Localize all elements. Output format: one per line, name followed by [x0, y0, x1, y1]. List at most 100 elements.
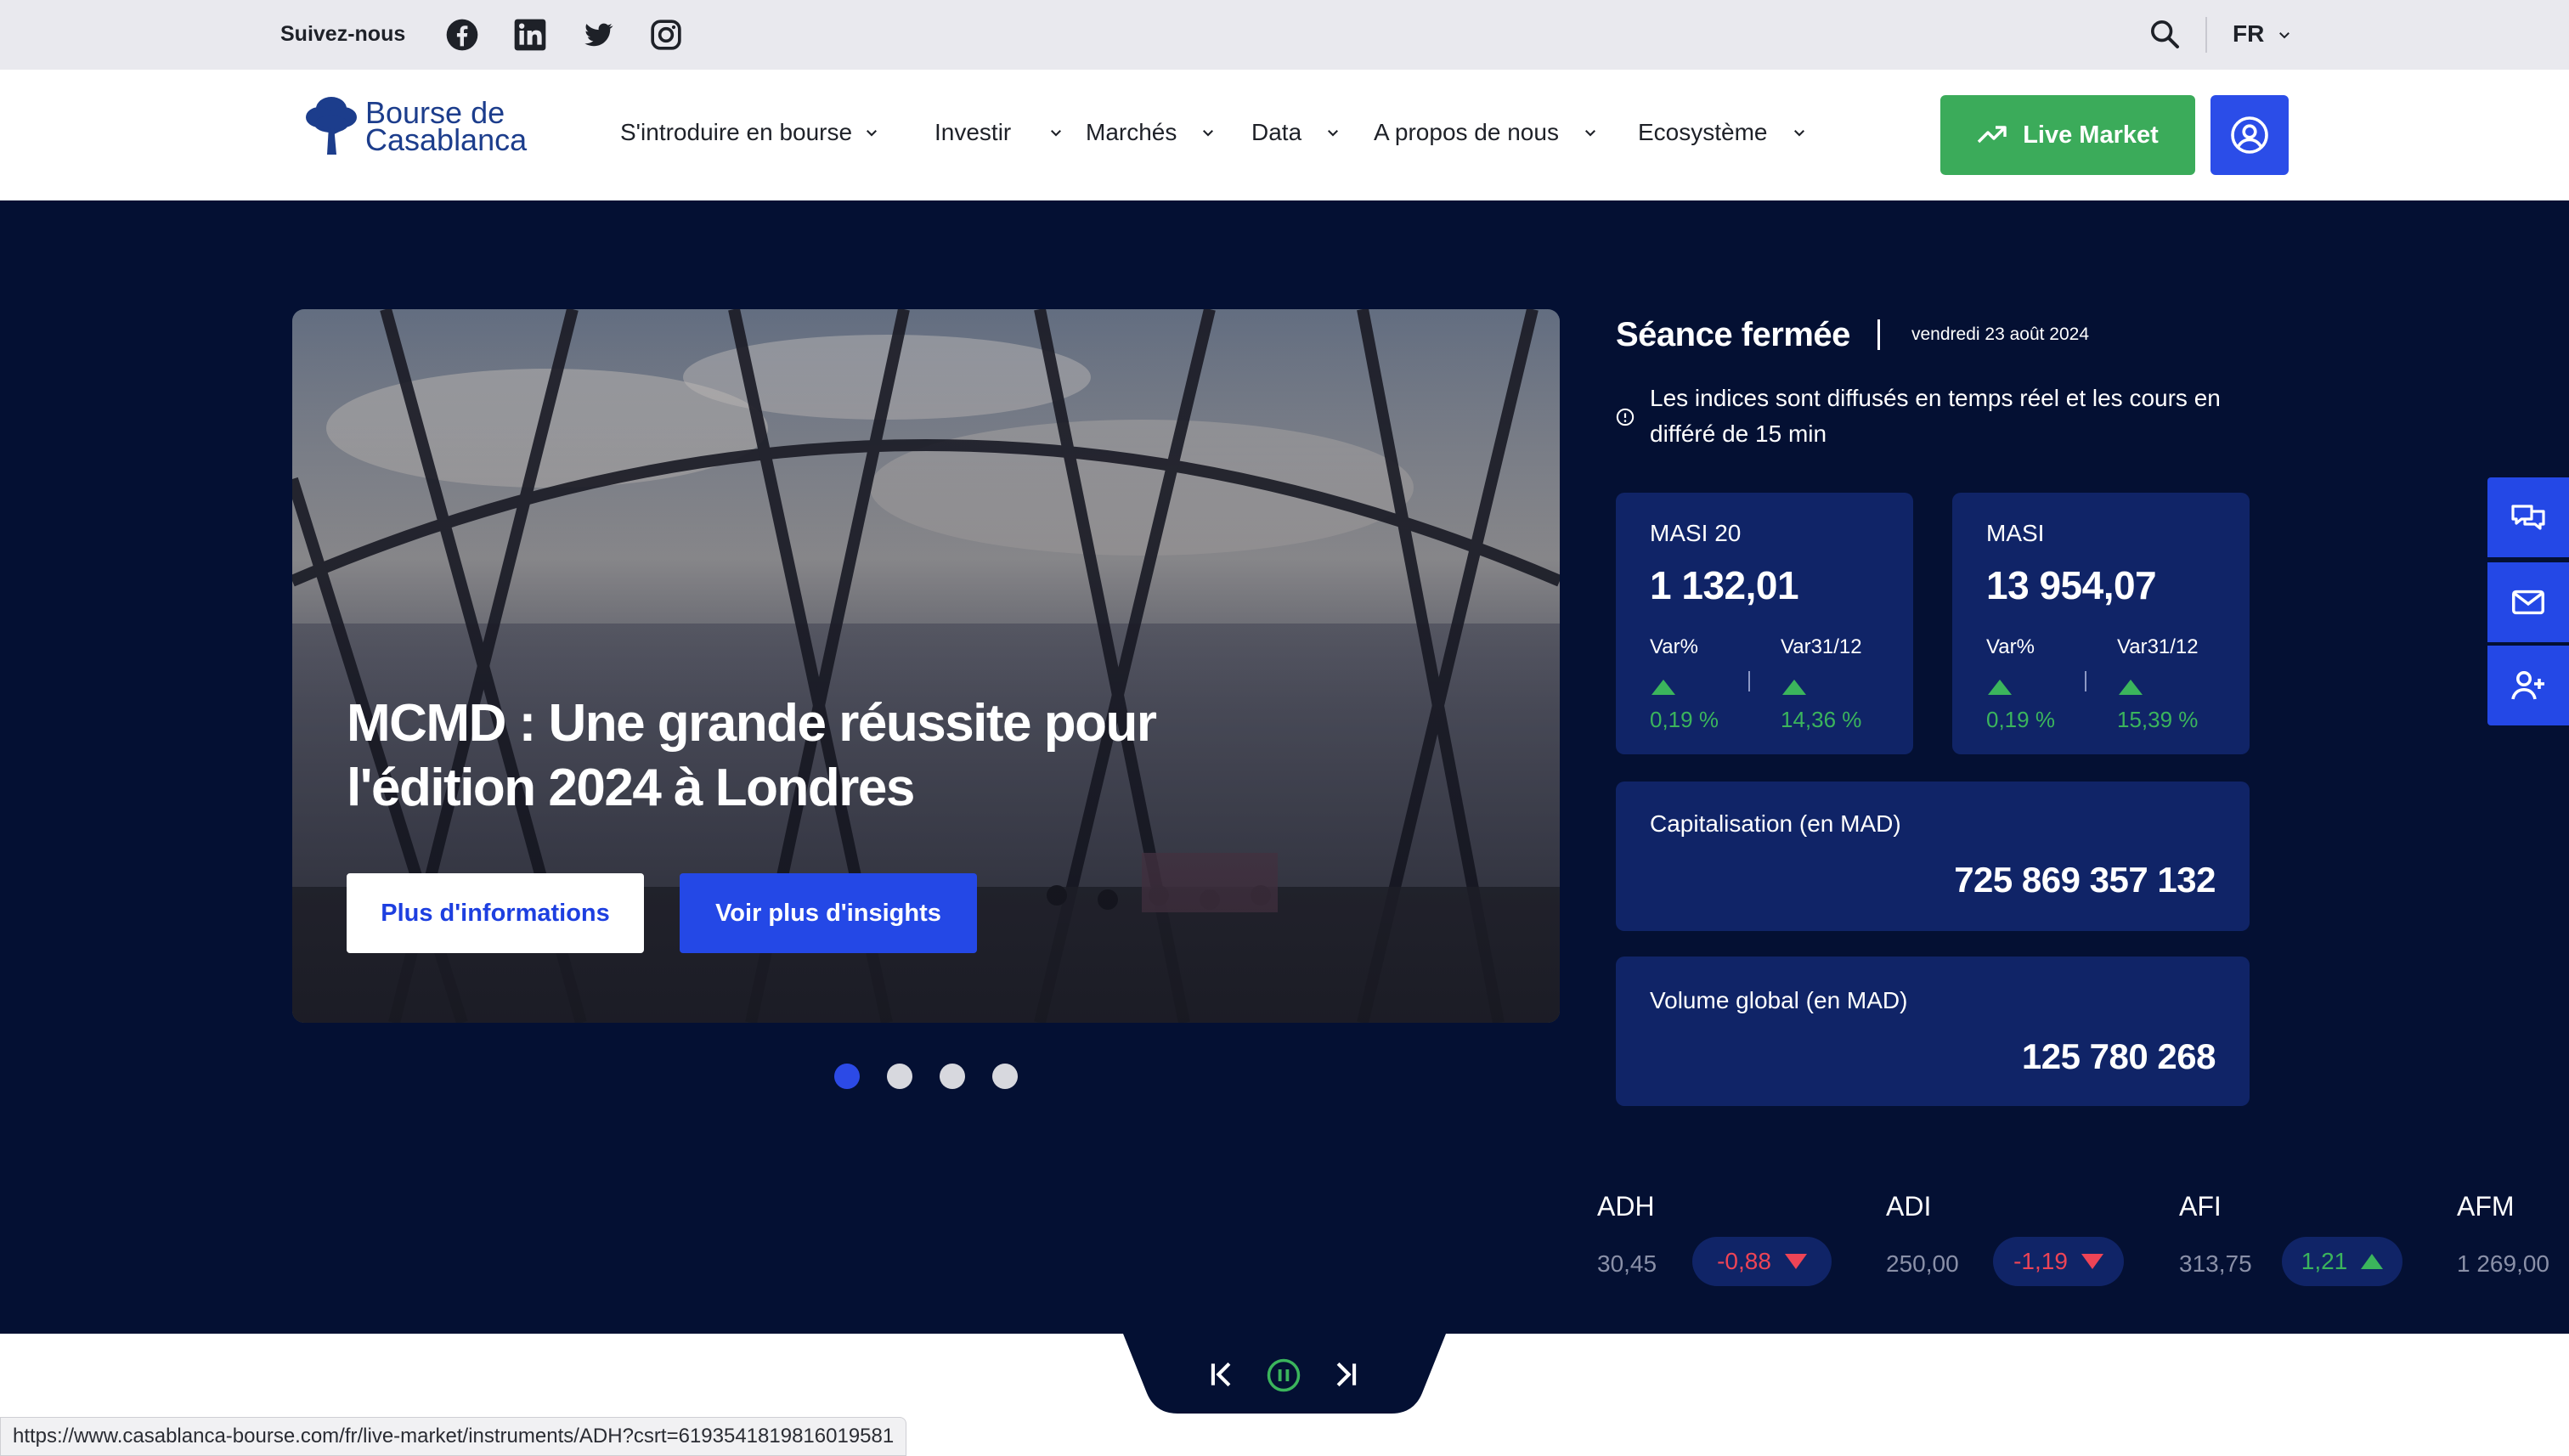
news-slide[interactable]: MCMD : Une grande réussite pour l'éditio…: [292, 309, 1560, 1023]
skip-previous-icon[interactable]: [1206, 1357, 1239, 1391]
arrow-up-icon: [2119, 680, 2143, 695]
user-circle-icon: [2231, 116, 2268, 154]
topbar-divider: [2205, 17, 2207, 53]
capitalisation-label: Capitalisation (en MAD): [1650, 810, 1901, 837]
chevron-down-icon: [1793, 130, 1804, 137]
ticker-price: 30,45: [1597, 1250, 1657, 1277]
bourse-tree-logo-icon[interactable]: [301, 92, 362, 156]
logo-text-line2[interactable]: Casablanca: [365, 122, 527, 158]
carousel-dot-3[interactable]: [940, 1064, 965, 1089]
chevron-down-icon: [1584, 130, 1595, 137]
twitter-icon[interactable]: [581, 18, 615, 52]
index-name: MASI 20: [1650, 520, 1742, 546]
email-button[interactable]: [2487, 562, 2569, 642]
index-card-masi[interactable]: MASI 13 954,07 Var% Var31/12 0,19 % 15,3…: [1952, 493, 2250, 754]
live-market-label: Live Market: [2023, 121, 2159, 149]
var-label: Var%: [1986, 635, 2035, 658]
nav-label: Marchés: [1086, 119, 1177, 145]
session-date: vendredi 23 août 2024: [1911, 324, 2090, 344]
chat-button[interactable]: [2487, 477, 2569, 557]
ticker-symbol[interactable]: ADH: [1597, 1191, 1655, 1222]
var-value: 0,19 %: [1986, 707, 2055, 732]
user-account-button[interactable]: [2210, 95, 2289, 175]
ticker-symbol[interactable]: ADI: [1886, 1191, 1931, 1222]
ticker-change: -0,88: [1717, 1248, 1771, 1274]
search-icon[interactable]: [2148, 17, 2182, 51]
linkedin-icon[interactable]: [513, 18, 547, 52]
chevron-down-icon: [1328, 130, 1339, 137]
nav-label: Investir: [934, 119, 1012, 145]
session-status: Séance fermée: [1616, 316, 1850, 353]
hero-section: MCMD : Une grande réussite pour l'éditio…: [0, 200, 2569, 1334]
more-insights-button[interactable]: Voir plus d'insights: [680, 873, 977, 953]
carousel-dot-2[interactable]: [887, 1064, 912, 1089]
top-bar: Suivez-nous FR: [0, 0, 2569, 70]
chevron-down-icon[interactable]: [2277, 27, 2292, 42]
var3112-label: Var31/12: [1781, 635, 1862, 658]
chevron-down-icon: [1203, 130, 1214, 137]
nav-label: S'introduire en bourse: [620, 119, 853, 145]
index-value: 1 132,01: [1650, 563, 1799, 607]
var-value: 0,19 %: [1650, 707, 1719, 732]
nav-marches[interactable]: Marchés: [1086, 119, 1216, 146]
browser-status-url: https://www.casablanca-bourse.com/fr/liv…: [0, 1417, 907, 1456]
ticker-symbol[interactable]: AFI: [2179, 1191, 2222, 1222]
index-name: MASI: [1986, 520, 2045, 546]
more-info-button[interactable]: Plus d'informations: [347, 873, 644, 953]
ticker-change: 1,21: [2301, 1248, 2348, 1274]
nav-label: Ecosystème: [1638, 119, 1768, 145]
ticker-symbol[interactable]: AFM: [2457, 1191, 2515, 1222]
arrow-down-icon: [1784, 1254, 1807, 1269]
arrow-up-icon: [1652, 680, 1675, 695]
nav-ecosysteme[interactable]: Ecosystème: [1638, 119, 1807, 146]
capitalisation-card: Capitalisation (en MAD) 725 869 357 132: [1616, 782, 2250, 931]
var3112-label: Var31/12: [2117, 635, 2199, 658]
volume-card: Volume global (en MAD) 125 780 268: [1616, 957, 2250, 1106]
mail-icon: [2512, 590, 2544, 615]
pause-icon[interactable]: [1266, 1357, 1301, 1393]
instagram-icon[interactable]: [649, 18, 683, 52]
index-value: 13 954,07: [1986, 563, 2157, 607]
ticker-price: 1 269,00: [2457, 1250, 2549, 1277]
session-divider: [1877, 319, 1880, 350]
volume-value: 125 780 268: [2021, 1036, 2216, 1076]
info-icon: [1616, 408, 1635, 426]
nav-a-propos[interactable]: A propos de nous: [1374, 119, 1598, 146]
user-plus-icon: [2511, 671, 2544, 700]
var-divider: [2085, 671, 2086, 691]
language-selector[interactable]: FR: [2233, 20, 2264, 48]
ticker-price: 250,00: [1886, 1250, 1959, 1277]
index-card-masi20[interactable]: MASI 20 1 132,01 Var% Var31/12 0,19 % 14…: [1616, 493, 1913, 754]
session-info-text: Les indices sont diffusés en temps réel …: [1650, 385, 2221, 447]
carousel-dot-1[interactable]: [834, 1064, 860, 1089]
var-divider: [1748, 671, 1750, 691]
nav-introduire[interactable]: S'introduire en bourse: [620, 119, 879, 146]
skip-next-icon[interactable]: [1329, 1357, 1361, 1391]
ticker-price: 313,75: [2179, 1250, 2252, 1277]
chevron-down-icon: [867, 130, 878, 137]
arrow-up-icon: [2361, 1254, 2384, 1269]
volume-label: Volume global (en MAD): [1650, 987, 1908, 1013]
live-market-button[interactable]: Live Market: [1940, 95, 2195, 175]
follow-us-label: Suivez-nous: [280, 22, 406, 46]
nav-label: Data: [1251, 119, 1302, 145]
add-user-button[interactable]: [2487, 646, 2569, 725]
chevron-down-icon: [1051, 130, 1062, 137]
capitalisation-value: 725 869 357 132: [1954, 860, 2216, 900]
arrow-down-icon: [2081, 1254, 2103, 1269]
var-label: Var%: [1650, 635, 1698, 658]
arrow-up-icon: [1988, 680, 2012, 695]
ticker-change-pill: 1,21: [2282, 1237, 2402, 1286]
ticker-change: -1,19: [2013, 1248, 2068, 1274]
chat-icon: [2511, 505, 2545, 530]
nav-label: A propos de nous: [1374, 119, 1559, 145]
main-header: Bourse de Casablanca S'introduire en bou…: [0, 70, 2569, 200]
var3112-value: 14,36 %: [1781, 707, 1862, 732]
nav-investir[interactable]: Investir: [934, 119, 1064, 146]
facebook-icon[interactable]: [445, 18, 479, 52]
carousel-dot-4[interactable]: [992, 1064, 1018, 1089]
ticker-change-pill: -1,19: [1993, 1237, 2124, 1286]
nav-data[interactable]: Data: [1251, 119, 1341, 146]
ticker-change-pill: -0,88: [1692, 1237, 1832, 1286]
var3112-value: 15,39 %: [2117, 707, 2199, 732]
